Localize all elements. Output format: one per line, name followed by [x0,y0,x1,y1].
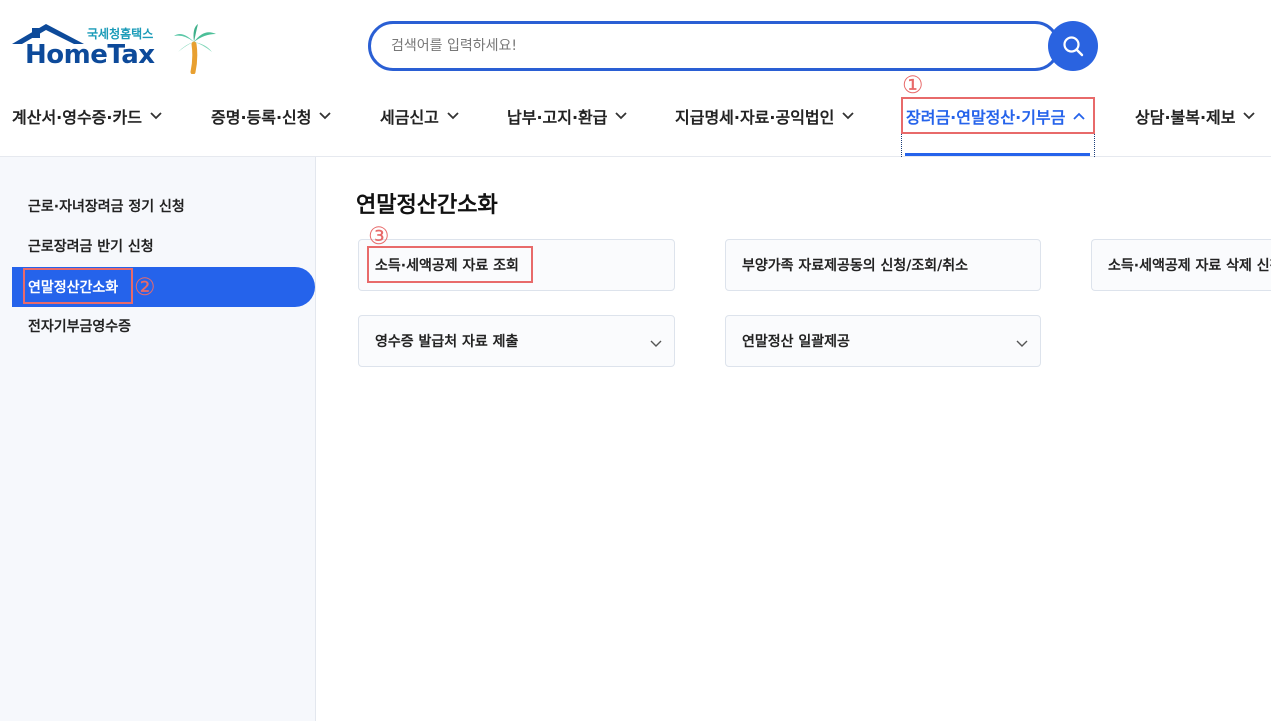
card-receipt-issuer-submission[interactable]: 영수증 발급처 자료 제출 [358,315,675,367]
annotation-number-2: ② [134,273,156,301]
sidebar: 근로·자녀장려금 정기 신청 근로장려금 반기 신청 연말정산간소화 전자기부금… [0,157,316,721]
search-box [368,21,1060,71]
gnb-item-certificates[interactable]: 증명·등록·신청 [211,98,332,134]
card-label: 소득·세액공제 자료 삭제 신청 [1108,258,1271,274]
card-label: 연말정산 일괄제공 [742,334,850,350]
annotation-number-3: ③ [368,222,390,250]
header: 국세청홈택스 HomeTax 계산서·영수증·카드 [0,0,1271,157]
annotation-number-1: ① [902,71,924,99]
palm-tree-icon [174,24,216,74]
gnb-item-label: 지급명세·자료·공익법인 [675,108,835,127]
sidebar-item-label: 근로장려금 반기 신청 [28,239,154,255]
gnb-item-invoices[interactable]: 계산서·영수증·카드 [12,98,162,134]
card-dependent-consent[interactable]: 부양가족 자료제공동의 신청/조회/취소 [725,239,1041,291]
gnb-item-tax-filing[interactable]: 세금신고 [380,98,459,134]
chevron-down-icon [615,112,628,120]
chevron-down-icon [1016,336,1028,352]
gnb-item-payment[interactable]: 납부·고지·환급 [507,98,628,134]
sidebar-item-donation-receipt[interactable]: 전자기부금영수증 [12,306,315,346]
annotation-box-1 [901,97,1095,134]
gnb-item-consultation[interactable]: 상담·불복·제보 [1135,98,1256,134]
search-button[interactable] [1048,21,1098,71]
gnb-item-label: 증명·등록·신청 [211,108,312,127]
gnb-item-payment-statements[interactable]: 지급명세·자료·공익법인 [675,98,854,134]
search-icon [1063,36,1084,57]
chevron-down-icon [447,112,459,120]
gnb-item-label: 상담·불복·제보 [1135,108,1236,127]
card-label: 영수증 발급처 자료 제출 [375,334,519,350]
gnb-item-label: 계산서·영수증·카드 [12,108,142,127]
chevron-down-icon [150,112,162,120]
chevron-down-icon [842,112,854,120]
chevron-down-icon [319,112,332,120]
hometax-logo[interactable]: 국세청홈택스 HomeTax [12,22,222,74]
sidebar-item-half-year-application[interactable]: 근로장려금 반기 신청 [12,226,315,266]
search-input[interactable] [391,35,1011,57]
sidebar-item-regular-application[interactable]: 근로·자녀장려금 정기 신청 [12,186,315,226]
annotation-box-3 [367,246,533,283]
card-bulk-provision[interactable]: 연말정산 일괄제공 [725,315,1041,367]
page-title: 연말정산간소화 [356,193,498,218]
annotation-box-2 [23,268,133,304]
card-deduction-data-deletion[interactable]: 소득·세액공제 자료 삭제 신청 [1091,239,1271,291]
chevron-down-icon [1243,112,1256,120]
sidebar-item-label: 근로·자녀장려금 정기 신청 [28,199,185,215]
active-tab-indicator [905,153,1090,156]
card-label: 부양가족 자료제공동의 신청/조회/취소 [742,258,969,274]
chevron-down-icon [650,336,662,352]
logo-title: HomeTax [25,40,155,70]
page: 국세청홈택스 HomeTax 계산서·영수증·카드 [0,0,1271,721]
gnb-item-label: 세금신고 [380,108,439,127]
gnb-item-label: 납부·고지·환급 [507,108,608,127]
sidebar-item-label: 전자기부금영수증 [28,319,132,335]
